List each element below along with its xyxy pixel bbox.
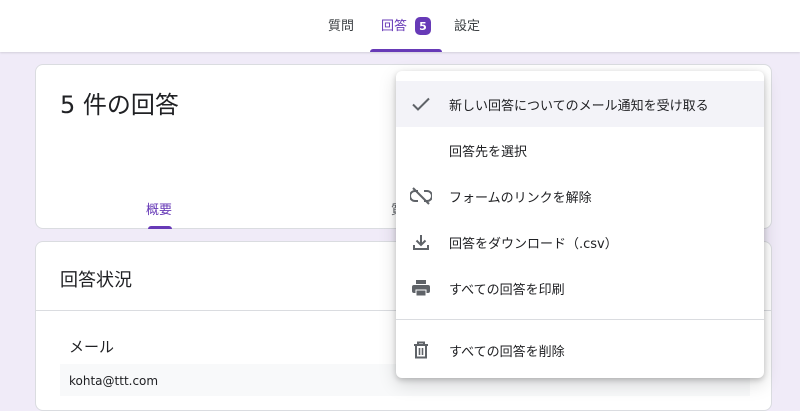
email-field-label: メール bbox=[69, 338, 115, 356]
menu-item-select-destination[interactable]: 回答先を選択 bbox=[396, 127, 764, 173]
menu-item-label: すべての回答を削除 bbox=[449, 344, 565, 360]
menu-divider bbox=[396, 319, 764, 320]
menu-item-label: 回答をダウンロード（.csv） bbox=[449, 236, 618, 252]
tab-settings-label: 設定 bbox=[453, 18, 480, 34]
print-icon bbox=[410, 278, 432, 298]
menu-item-delete-all[interactable]: すべての回答を削除 bbox=[396, 327, 764, 373]
tab-questions[interactable]: 質問 bbox=[318, 0, 364, 52]
menu-item-email-notifications[interactable]: 新しい回答についてのメール通知を受け取る bbox=[396, 81, 764, 127]
response-status-title: 回答状況 bbox=[60, 270, 132, 291]
menu-item-unlink-form[interactable]: フォームのリンクを解除 bbox=[396, 173, 764, 219]
trash-icon bbox=[410, 340, 432, 360]
subtab-overview[interactable]: 概要 bbox=[146, 199, 172, 218]
download-icon bbox=[410, 232, 432, 252]
tab-questions-label: 質問 bbox=[327, 18, 354, 34]
active-tab-indicator bbox=[370, 49, 442, 52]
tab-settings[interactable]: 設定 bbox=[446, 0, 488, 52]
responses-options-menu: 新しい回答についてのメール通知を受け取る 回答先を選択 フォームのリンクを解除 … bbox=[396, 71, 764, 378]
tab-bar: 質問 回答 5 設定 bbox=[0, 0, 800, 52]
subtab-active-indicator bbox=[148, 226, 172, 229]
responses-count-title: 5 件の回答 bbox=[60, 91, 179, 119]
unlink-icon bbox=[410, 186, 432, 206]
menu-item-label: すべての回答を印刷 bbox=[449, 282, 565, 298]
tab-responses-label: 回答 bbox=[380, 18, 407, 34]
tab-responses[interactable]: 回答 5 bbox=[370, 0, 442, 52]
response-count-badge: 5 bbox=[415, 17, 431, 35]
menu-item-download-csv[interactable]: 回答をダウンロード（.csv） bbox=[396, 219, 764, 265]
menu-item-print-all[interactable]: すべての回答を印刷 bbox=[396, 265, 764, 311]
check-icon bbox=[410, 94, 432, 114]
top-bar: 質問 回答 5 設定 bbox=[0, 0, 800, 52]
menu-item-label: 回答先を選択 bbox=[449, 144, 528, 160]
menu-item-label: 新しい回答についてのメール通知を受け取る bbox=[449, 98, 709, 114]
menu-item-label: フォームのリンクを解除 bbox=[449, 190, 592, 206]
